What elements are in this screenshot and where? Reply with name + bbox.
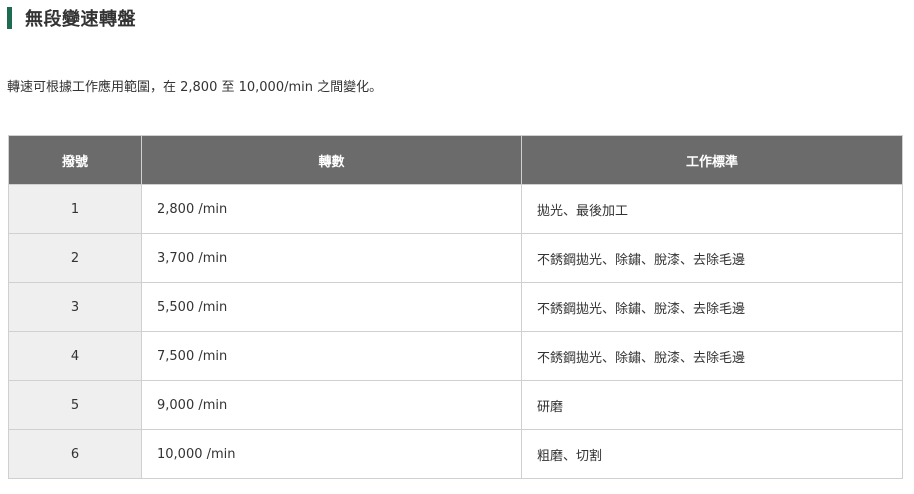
application-cell: 不銹鋼拋光、除鏽、脫漆、去除毛邊 xyxy=(521,233,903,283)
header-application: 工作標準 xyxy=(521,135,903,185)
dial-cell: 2 xyxy=(8,233,142,283)
table-row: 3 5,500 /min 不銹鋼拋光、除鏽、脫漆、去除毛邊 xyxy=(8,282,903,332)
header-speed: 轉數 xyxy=(141,135,522,185)
speed-cell: 3,700 /min xyxy=(141,233,522,283)
application-cell: 拋光、最後加工 xyxy=(521,184,903,234)
table-row: 2 3,700 /min 不銹鋼拋光、除鏽、脫漆、去除毛邊 xyxy=(8,233,903,283)
speed-cell: 2,800 /min xyxy=(141,184,522,234)
application-cell: 不銹鋼拋光、除鏽、脫漆、去除毛邊 xyxy=(521,282,903,332)
header-dial: 撥號 xyxy=(8,135,142,185)
section-description: 轉速可根據工作應用範圍，在 2,800 至 10,000/min 之間變化。 xyxy=(7,80,383,95)
speed-cell: 7,500 /min xyxy=(141,331,522,381)
table-header-row: 撥號 轉數 工作標準 xyxy=(8,135,903,185)
heading-accent-bar xyxy=(7,7,12,29)
speed-cell: 5,500 /min xyxy=(141,282,522,332)
application-cell: 粗磨、切割 xyxy=(521,429,903,479)
dial-cell: 5 xyxy=(8,380,142,430)
speed-cell: 9,000 /min xyxy=(141,380,522,430)
application-cell: 不銹鋼拋光、除鏽、脫漆、去除毛邊 xyxy=(521,331,903,381)
section-heading: 無段變速轉盤 xyxy=(7,7,136,30)
dial-cell: 4 xyxy=(8,331,142,381)
table-row: 4 7,500 /min 不銹鋼拋光、除鏽、脫漆、去除毛邊 xyxy=(8,331,903,381)
application-cell: 研磨 xyxy=(521,380,903,430)
dial-cell: 3 xyxy=(8,282,142,332)
table-row: 5 9,000 /min 研磨 xyxy=(8,380,903,430)
speed-cell: 10,000 /min xyxy=(141,429,522,479)
dial-cell: 1 xyxy=(8,184,142,234)
dial-cell: 6 xyxy=(8,429,142,479)
speed-spec-table: 撥號 轉數 工作標準 1 2,800 /min 拋光、最後加工 2 3,700 … xyxy=(8,135,903,479)
table-row: 6 10,000 /min 粗磨、切割 xyxy=(8,429,903,479)
section-title: 無段變速轉盤 xyxy=(25,9,136,30)
table-row: 1 2,800 /min 拋光、最後加工 xyxy=(8,184,903,234)
